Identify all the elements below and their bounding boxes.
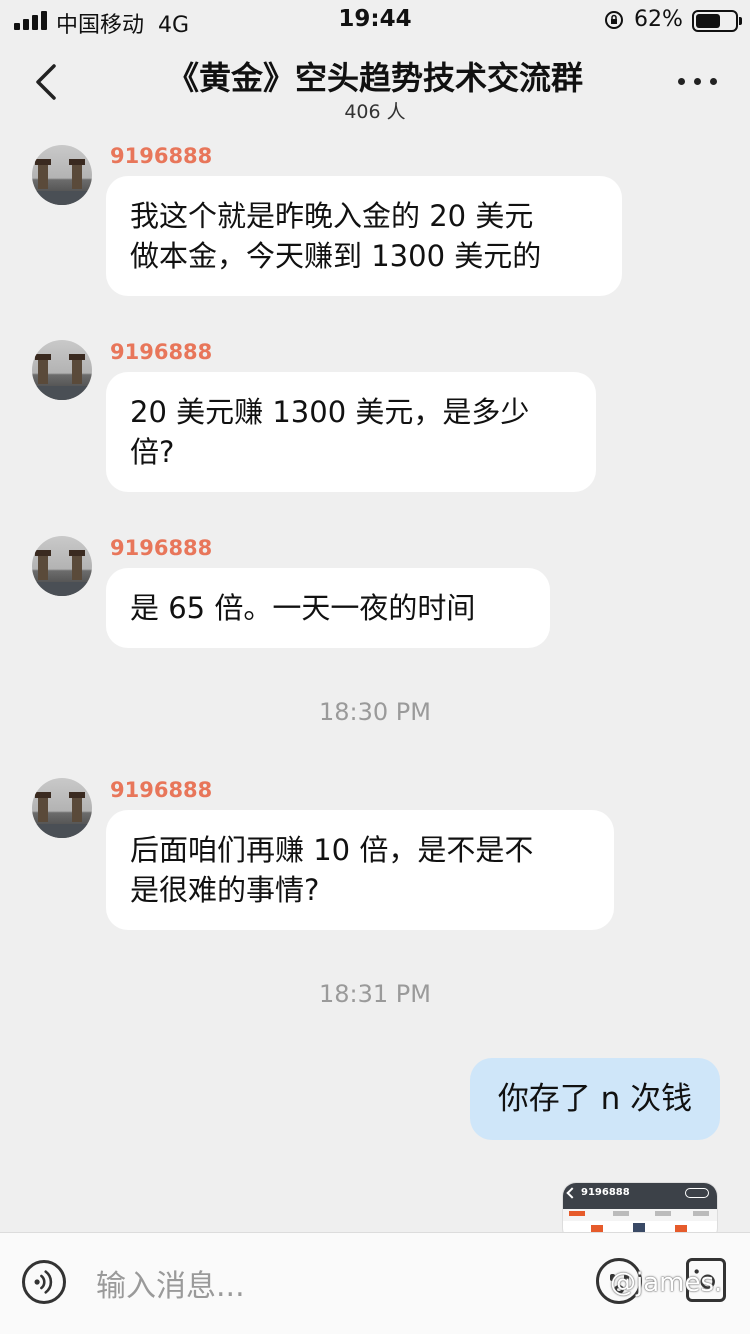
sender-name[interactable]: 9196888 <box>110 144 212 168</box>
thumbnail-back-icon <box>566 1187 578 1199</box>
message-line: 做本金，今天赚到 1300 美元的 <box>130 239 542 273</box>
battery-fill <box>696 14 720 28</box>
message-bubble[interactable]: 后面咱们再赚 10 倍，是不是不 是很难的事情? <box>106 810 614 930</box>
battery-icon <box>692 10 742 32</box>
timestamp: 18:30 PM <box>319 698 431 726</box>
message-bubble[interactable]: 20 美元赚 1300 美元，是多少 倍? <box>106 372 596 492</box>
message-line: 后面咱们再赚 10 倍，是不是不 <box>130 833 534 867</box>
message-line: 是很难的事情? <box>130 873 320 907</box>
chat-title: 《黄金》空头趋势技术交流群 <box>166 59 583 97</box>
sender-name[interactable]: 9196888 <box>110 536 212 560</box>
thumbnail-header: 9196888 <box>563 1183 717 1209</box>
sender-name[interactable]: 9196888 <box>110 778 212 802</box>
message-input[interactable]: 输入消息... <box>96 1261 245 1305</box>
battery-percent: 62% <box>634 7 683 32</box>
message-bubble[interactable]: 我这个就是昨晚入金的 20 美元 做本金，今天赚到 1300 美元的 <box>106 176 622 296</box>
thumbnail-tabs <box>563 1209 717 1221</box>
sender-name[interactable]: 9196888 <box>110 340 212 364</box>
avatar[interactable] <box>32 145 92 205</box>
timestamp: 18:31 PM <box>319 980 431 1008</box>
avatar[interactable] <box>32 778 92 838</box>
back-arrow-icon[interactable] <box>30 62 66 102</box>
watermark: @james. <box>610 1268 723 1298</box>
thumbnail-sender-id: 9196888 <box>581 1187 630 1198</box>
more-icon[interactable] <box>676 78 720 88</box>
thumbnail-button-icon <box>685 1188 709 1198</box>
message-line: 我这个就是昨晚入金的 20 美元 <box>130 199 534 233</box>
voice-icon[interactable] <box>22 1260 66 1304</box>
message-line: 20 美元赚 1300 美元，是多少 <box>130 395 530 429</box>
orientation-lock-icon <box>605 11 623 29</box>
outgoing-message-bubble[interactable]: 你存了 n 次钱 <box>470 1058 720 1140</box>
avatar[interactable] <box>32 340 92 400</box>
avatar[interactable] <box>32 536 92 596</box>
status-bar: 中国移动 4G 19:44 62% <box>0 0 750 40</box>
message-line: 倍? <box>130 435 175 469</box>
member-count: 406 人 <box>344 101 406 123</box>
message-line: 是 65 倍。一天一夜的时间 <box>130 591 476 625</box>
message-bubble[interactable]: 是 65 倍。一天一夜的时间 <box>106 568 550 648</box>
